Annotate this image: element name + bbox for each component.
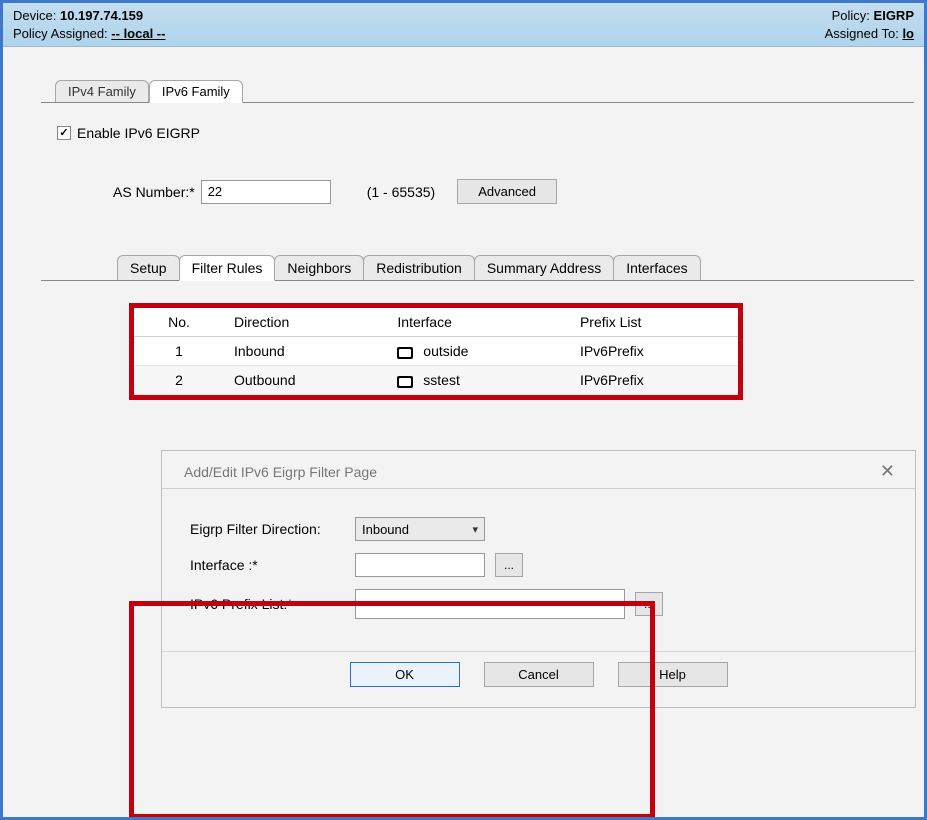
policy-value: EIGRP	[874, 8, 914, 23]
filter-direction-value: Inbound	[362, 522, 409, 537]
prefix-list-browse-button[interactable]: ...	[635, 592, 663, 616]
col-prefix-list: Prefix List	[570, 308, 738, 337]
table-row[interactable]: 1 Inbound outside IPv6Prefix	[134, 337, 738, 366]
interface-input[interactable]	[355, 553, 485, 577]
col-direction: Direction	[224, 308, 387, 337]
tab-setup[interactable]: Setup	[117, 255, 180, 280]
tab-ipv6-family[interactable]: IPv6 Family	[149, 80, 243, 103]
as-number-row: AS Number:* (1 - 65535) Advanced	[113, 179, 914, 204]
tab-neighbors[interactable]: Neighbors	[274, 255, 364, 280]
enable-ipv6-eigrp-checkbox[interactable]	[57, 126, 71, 140]
dialog-title: Add/Edit IPv6 Eigrp Filter Page	[184, 464, 377, 480]
cell-interface: sstest	[387, 366, 570, 395]
table-header-row: No. Direction Interface Prefix List	[134, 308, 738, 337]
interface-icon	[397, 376, 413, 388]
table-row[interactable]: 2 Outbound sstest IPv6Prefix	[134, 366, 738, 395]
ok-button[interactable]: OK	[350, 662, 460, 687]
filter-direction-label: Eigrp Filter Direction:	[190, 521, 345, 537]
cancel-button[interactable]: Cancel	[484, 662, 594, 687]
config-tab-underline	[41, 280, 914, 281]
as-number-range: (1 - 65535)	[367, 184, 435, 200]
filter-direction-select[interactable]: Inbound ▾	[355, 517, 485, 541]
cell-direction: Inbound	[224, 337, 387, 366]
cell-no: 2	[134, 366, 224, 395]
enable-ipv6-eigrp-label: Enable IPv6 EIGRP	[77, 125, 200, 141]
interface-browse-button[interactable]: ...	[495, 553, 523, 577]
header-bar: Device: 10.197.74.159 Policy Assigned: -…	[3, 3, 924, 47]
prefix-list-input[interactable]	[355, 589, 625, 619]
enable-ipv6-eigrp-row: Enable IPv6 EIGRP	[57, 125, 914, 141]
filter-rules-table: No. Direction Interface Prefix List 1 In…	[134, 308, 738, 395]
close-icon[interactable]: ✕	[876, 461, 899, 482]
cell-interface: outside	[387, 337, 570, 366]
help-button[interactable]: Help	[618, 662, 728, 687]
tab-filter-rules[interactable]: Filter Rules	[179, 255, 276, 281]
interface-icon	[397, 347, 413, 359]
row-filter-direction: Eigrp Filter Direction: Inbound ▾	[190, 517, 887, 541]
dialog-actions: OK Cancel Help	[162, 651, 915, 707]
cell-interface-name: outside	[423, 343, 468, 359]
tab-redistribution[interactable]: Redistribution	[363, 255, 475, 280]
header-right: Policy: EIGRP Assigned To: lo	[825, 7, 914, 43]
interface-label: Interface :*	[190, 557, 345, 573]
family-tabstrip: IPv4 Family IPv6 Family	[55, 77, 914, 102]
assigned-to-value[interactable]: lo	[902, 26, 914, 41]
app-window: Device: 10.197.74.159 Policy Assigned: -…	[0, 0, 927, 820]
tab-summary-address[interactable]: Summary Address	[474, 255, 614, 280]
policy-assigned-label: Policy Assigned:	[13, 26, 108, 41]
policy-assigned-value[interactable]: -- local --	[111, 26, 165, 41]
content-area: IPv4 Family IPv6 Family Enable IPv6 EIGR…	[3, 47, 924, 728]
assigned-to-label: Assigned To:	[825, 26, 899, 41]
cell-no: 1	[134, 337, 224, 366]
as-number-input[interactable]	[201, 180, 331, 204]
cell-direction: Outbound	[224, 366, 387, 395]
col-no: No.	[134, 308, 224, 337]
dialog-header: Add/Edit IPv6 Eigrp Filter Page ✕	[162, 451, 915, 489]
dialog-body: Eigrp Filter Direction: Inbound ▾ Interf…	[162, 489, 915, 651]
row-interface: Interface :* ...	[190, 553, 887, 577]
chevron-down-icon: ▾	[472, 523, 478, 536]
tab-ipv4-family[interactable]: IPv4 Family	[55, 80, 149, 102]
device-value: 10.197.74.159	[60, 8, 143, 23]
device-label: Device:	[13, 8, 56, 23]
col-interface: Interface	[387, 308, 570, 337]
cell-prefix: IPv6Prefix	[570, 366, 738, 395]
cell-prefix: IPv6Prefix	[570, 337, 738, 366]
add-edit-filter-dialog: Add/Edit IPv6 Eigrp Filter Page ✕ Eigrp …	[161, 450, 916, 708]
policy-label: Policy:	[832, 8, 870, 23]
filter-rules-table-highlight: No. Direction Interface Prefix List 1 In…	[129, 303, 743, 400]
row-prefix-list: IPv6 Prefix List:* ...	[190, 589, 887, 619]
prefix-list-label: IPv6 Prefix List:*	[190, 596, 345, 612]
advanced-button[interactable]: Advanced	[457, 179, 557, 204]
as-number-label: AS Number:*	[113, 184, 195, 200]
tab-interfaces[interactable]: Interfaces	[613, 255, 700, 280]
header-left: Device: 10.197.74.159 Policy Assigned: -…	[13, 7, 165, 43]
cell-interface-name: sstest	[423, 372, 460, 388]
config-tabstrip: Setup Filter Rules Neighbors Redistribut…	[117, 254, 914, 280]
